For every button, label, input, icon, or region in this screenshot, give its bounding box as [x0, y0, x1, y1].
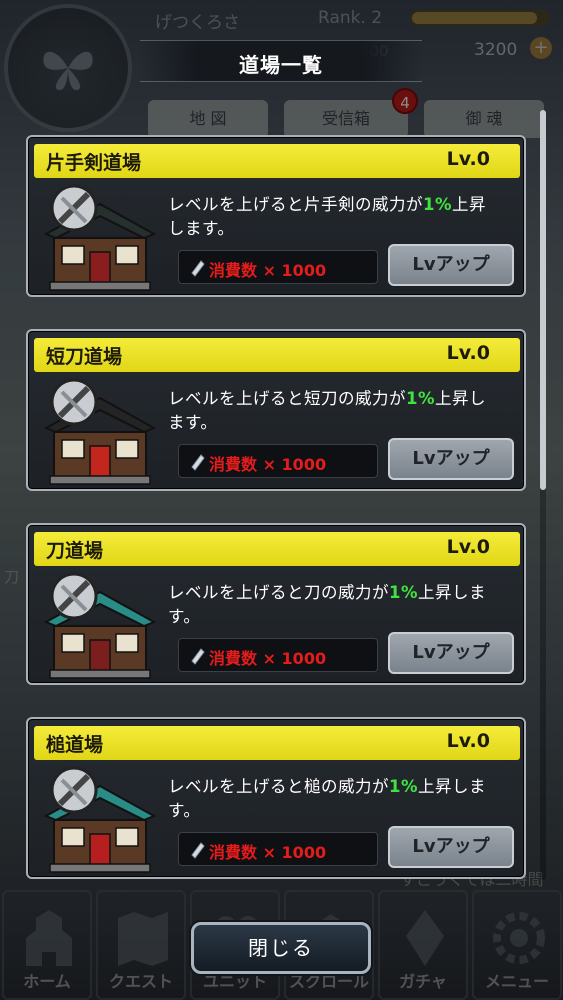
dojo-card: 槌道場 Lv.0 レベルを上げると槌の威力が1%上昇します。消費数 × 1000 Lv… [26, 717, 526, 879]
dojo-cost: 消費数 × 1000 [178, 444, 378, 478]
dojo-name: 短刀道場 [46, 346, 123, 368]
dojo-building-icon [43, 184, 157, 291]
modal-title: 道場一覧 [239, 53, 323, 77]
game-screen: げつくろさ Rank. 2 200 3200 + 地 図 受信箱 4 御 魂 刀… [0, 0, 563, 1000]
modal-title-bar: 道場一覧 [140, 40, 422, 82]
dojo-cost: 消費数 × 1000 [178, 832, 378, 866]
dojo-header: 槌道場 Lv.0 [34, 726, 520, 760]
dojo-building-icon [43, 378, 157, 485]
level-up-button[interactable]: Lvアップ [388, 438, 514, 480]
dojo-percent: 1% [389, 583, 419, 602]
scrollbar-thumb[interactable] [540, 110, 546, 490]
dojo-cost-text: 消費数 × 1000 [209, 455, 327, 474]
dojo-cost: 消費数 × 1000 [178, 250, 378, 284]
dojo-name: 刀道場 [46, 540, 104, 562]
dojo-description: レベルを上げると短刀の威力が1%上昇します。 [168, 387, 498, 435]
stone-icon [191, 648, 205, 665]
dojo-header: 刀道場 Lv.0 [34, 532, 520, 566]
level-up-button[interactable]: Lvアップ [388, 244, 514, 286]
dojo-cost-text: 消費数 × 1000 [209, 649, 327, 668]
stone-icon [191, 842, 205, 859]
dojo-description-text: レベルを上げると槌の威力が [168, 777, 389, 796]
level-up-button[interactable]: Lvアップ [388, 826, 514, 868]
scrollbar[interactable] [540, 110, 546, 880]
dojo-cost-text: 消費数 × 1000 [209, 843, 327, 862]
dojo-level: Lv.0 [446, 730, 490, 752]
dojo-header: 短刀道場 Lv.0 [34, 338, 520, 372]
dojo-description-text: レベルを上げると片手剣の威力が [168, 195, 423, 214]
level-up-button[interactable]: Lvアップ [388, 632, 514, 674]
dojo-description: レベルを上げると刀の威力が1%上昇します。 [168, 581, 498, 629]
dojo-name: 槌道場 [46, 734, 104, 756]
stone-icon [191, 260, 205, 277]
dojo-header: 片手剣道場 Lv.0 [34, 144, 520, 178]
dojo-description: レベルを上げると槌の威力が1%上昇します。 [168, 775, 498, 823]
dojo-building-icon [43, 572, 157, 679]
dojo-level: Lv.0 [446, 536, 490, 558]
dojo-level: Lv.0 [446, 148, 490, 170]
dojo-cost-text: 消費数 × 1000 [209, 261, 327, 280]
dojo-cost: 消費数 × 1000 [178, 638, 378, 672]
dojo-building-icon [43, 766, 157, 873]
dojo-card: 短刀道場 Lv.0 レベルを上げると短刀の威力が1%上昇します。消費数 × 1000… [26, 329, 526, 491]
stone-icon [191, 454, 205, 471]
dojo-percent: 1% [406, 389, 436, 408]
dojo-card: 刀道場 Lv.0 レベルを上げると刀の威力が1%上昇します。消費数 × 1000 Lv… [26, 523, 526, 685]
dojo-description: レベルを上げると片手剣の威力が1%上昇します。 [168, 193, 498, 241]
dojo-percent: 1% [389, 777, 419, 796]
dojo-card: 片手剣道場 Lv.0 レベルを上げると片手剣の威力が1%上昇します。消費数 × 10… [26, 135, 526, 297]
dojo-description-text: レベルを上げると刀の威力が [168, 583, 389, 602]
dojo-percent: 1% [423, 195, 453, 214]
dojo-description-text: レベルを上げると短刀の威力が [168, 389, 406, 408]
close-button[interactable]: 閉じる [191, 922, 371, 974]
dojo-level: Lv.0 [446, 342, 490, 364]
dojo-name: 片手剣道場 [46, 152, 142, 174]
